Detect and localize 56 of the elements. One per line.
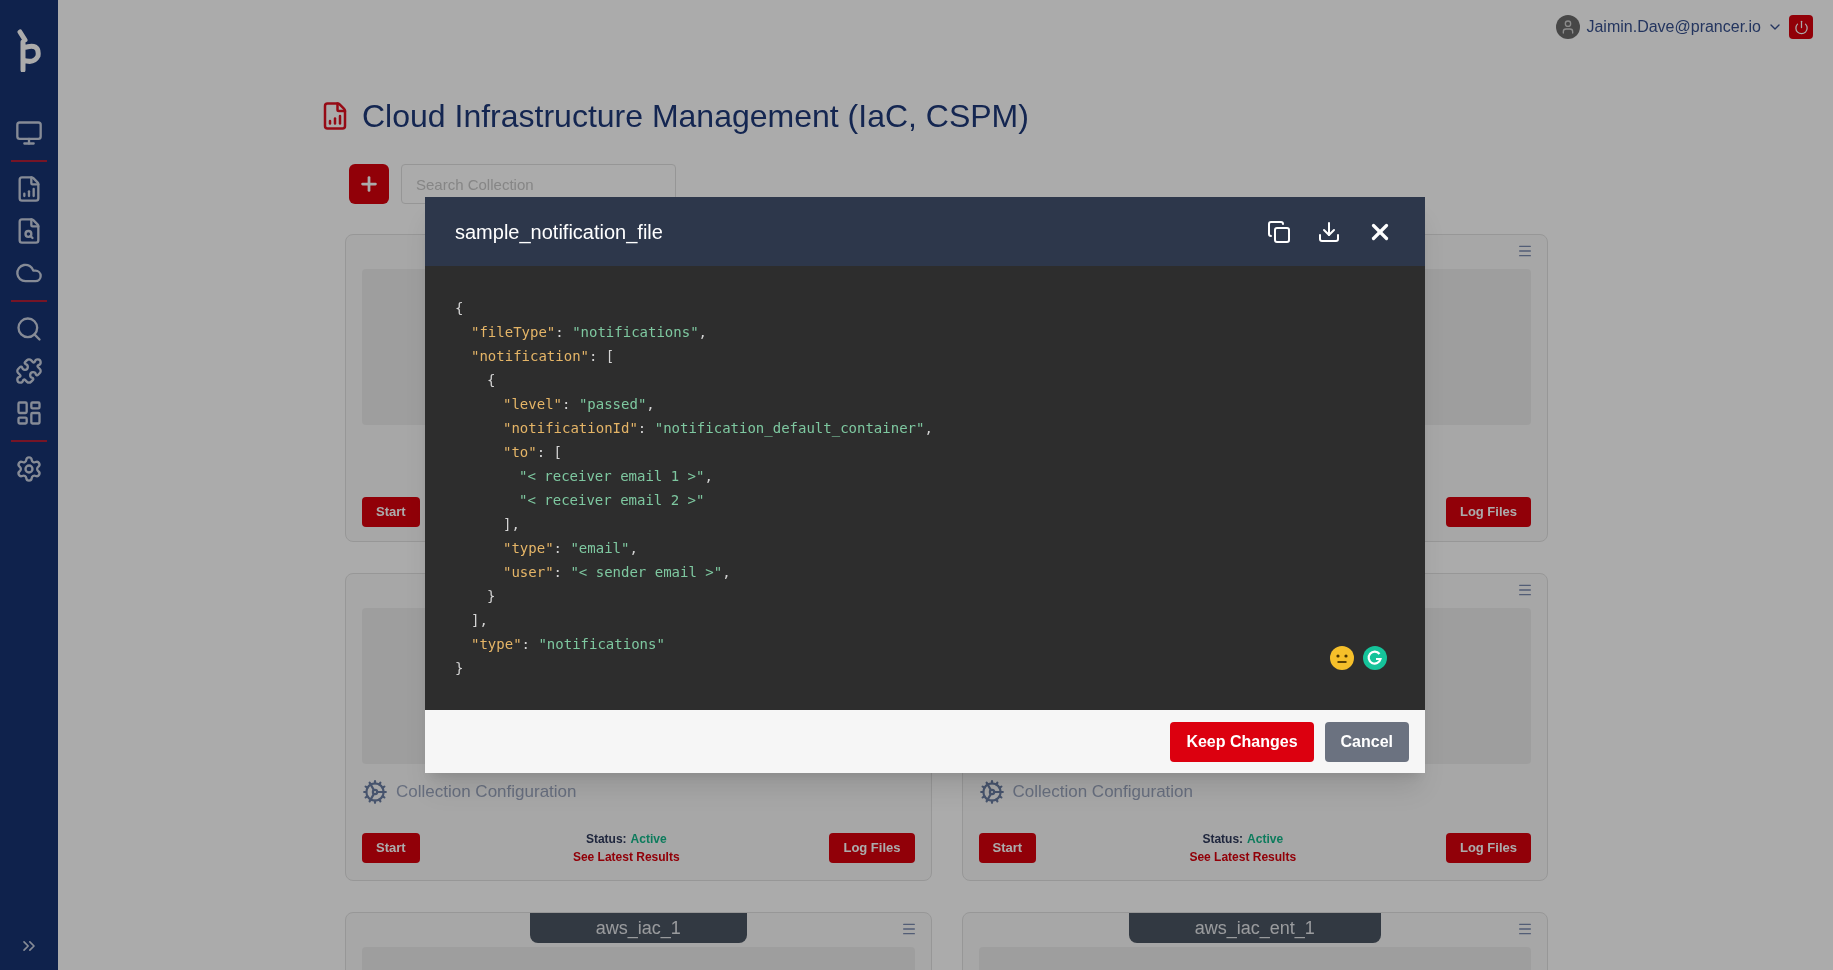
collection-tag: aws_iac_ent_1	[1128, 913, 1381, 943]
collection-configuration-link[interactable]: Collection Configuration	[1012, 779, 1193, 805]
code-line: ],	[503, 515, 520, 534]
copy-icon[interactable]	[1267, 219, 1291, 244]
menu-icon[interactable]	[1517, 243, 1533, 259]
see-latest-results-link[interactable]: See Latest Results	[572, 848, 680, 866]
collection-configuration-link[interactable]: Collection Configuration	[396, 779, 577, 805]
status-label: Status:	[1202, 831, 1244, 848]
code-line: "< receiver email 2 >"	[519, 491, 705, 510]
code-line: "level": "passed",	[503, 395, 655, 414]
collection-tag: aws_iac_1	[529, 913, 747, 943]
nav-icon[interactable]	[15, 455, 43, 483]
grammar-assistant-icon[interactable]	[1363, 646, 1387, 670]
code-line: "type": "notifications"	[471, 635, 665, 654]
plus-icon	[358, 173, 380, 195]
log-files-button[interactable]: Log Files	[1445, 497, 1531, 527]
code-line: "to": [	[503, 443, 562, 462]
menu-icon[interactable]	[900, 921, 917, 937]
code-line: ],	[471, 611, 488, 630]
code-line: "< receiver email 1 >",	[519, 467, 713, 486]
keep-changes-button[interactable]: Keep Changes	[1170, 721, 1314, 762]
status-value: Active	[1247, 831, 1284, 848]
log-files-button[interactable]: Log Files	[829, 833, 915, 863]
see-latest-results-link[interactable]: See Latest Results	[1189, 848, 1297, 866]
dialog-title: sample_notification_file	[455, 219, 663, 246]
cancel-button[interactable]: Cancel	[1324, 721, 1409, 762]
status-label: Status:	[585, 831, 627, 848]
code-line: "type": "email",	[503, 539, 638, 558]
start-button[interactable]: Start	[362, 833, 420, 863]
nav-icon[interactable]	[15, 119, 43, 147]
status-value: Active	[630, 831, 667, 848]
menu-icon[interactable]	[1517, 921, 1533, 937]
add-button[interactable]	[349, 164, 389, 204]
code-line: }	[487, 587, 496, 606]
nav-icon[interactable]	[15, 315, 43, 343]
code-line: {	[455, 299, 464, 318]
code-line: "fileType": "notifications",	[471, 323, 708, 342]
code-line: "user": "< sender email >",	[503, 563, 731, 582]
start-button[interactable]: Start	[362, 497, 420, 527]
nav-icon[interactable]	[15, 357, 43, 385]
log-files-button[interactable]: Log Files	[1445, 833, 1531, 863]
logout-button[interactable]	[1789, 15, 1813, 39]
neutral-face-icon	[1330, 646, 1354, 670]
page-title: Cloud Infrastructure Management (IaC, CSPM)	[362, 97, 1029, 136]
logo-icon	[14, 28, 44, 72]
nav-icon[interactable]	[15, 399, 43, 427]
start-button[interactable]: Start	[978, 833, 1037, 863]
user-email[interactable]: Jaimin.Dave@prancer.io	[1586, 15, 1761, 39]
power-icon	[1793, 19, 1809, 35]
code-line: "notificationId": "notification_default_container",	[503, 419, 933, 439]
avatar-icon	[1556, 15, 1581, 39]
menu-icon[interactable]	[1517, 582, 1533, 598]
code-line: }	[455, 659, 464, 678]
code-line: {	[487, 371, 496, 390]
code-line: "notification": [	[471, 347, 615, 366]
download-icon[interactable]	[1317, 219, 1341, 244]
